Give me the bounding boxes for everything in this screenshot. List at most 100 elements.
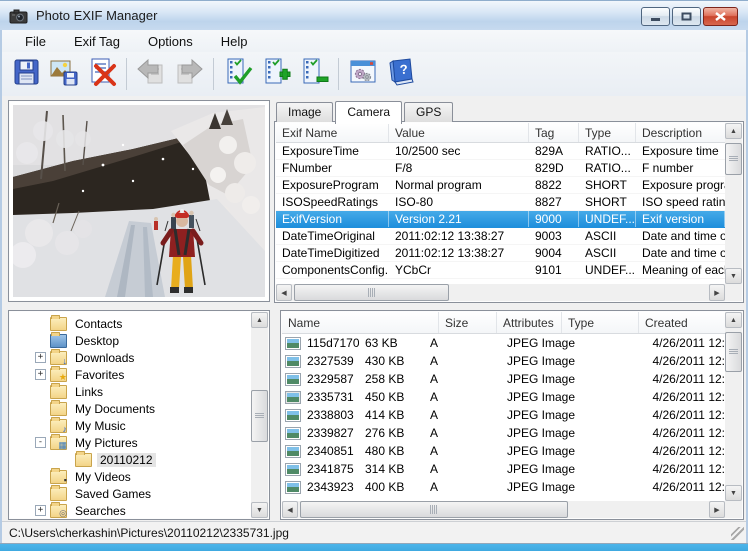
clear-list-button[interactable] (83, 55, 121, 93)
jpeg-thumbnail-icon (285, 409, 301, 422)
column-header[interactable]: Type (562, 312, 639, 333)
column-header[interactable]: Tag (529, 123, 579, 142)
exif-row[interactable]: ISOSpeedRatings ISO-80 8827 SHORT ISO sp… (276, 194, 725, 211)
expand-toggle[interactable]: + (35, 505, 46, 516)
column-header[interactable]: Value (389, 123, 529, 142)
column-header[interactable]: Name (282, 312, 439, 333)
scrollbar-thumb[interactable] (294, 284, 449, 301)
tree-item[interactable]: My Documents (11, 400, 250, 417)
scroll-down-icon[interactable]: ▼ (725, 268, 742, 284)
jpeg-thumbnail-icon (285, 463, 301, 476)
clear-list-icon (87, 57, 117, 92)
file-row[interactable]: 2343923 400 KB A JPEG Image 4/26/2011 12… (282, 478, 725, 496)
exif-vertical-scrollbar[interactable]: ▲ ▼ (725, 123, 742, 284)
scrollbar-thumb[interactable] (300, 501, 568, 518)
file-row[interactable]: 2340851 480 KB A JPEG Image 4/26/2011 12… (282, 442, 725, 460)
tree-vertical-scrollbar[interactable]: ▲ ▼ (251, 312, 268, 518)
scroll-right-icon[interactable]: ▶ (709, 501, 725, 518)
scrollbar-thumb[interactable] (251, 390, 268, 442)
tree-item[interactable]: + Downloads (11, 349, 250, 366)
tab[interactable]: Camera (335, 101, 402, 124)
scroll-up-icon[interactable]: ▲ (725, 312, 742, 328)
folder-tree-items: Contacts Desktop + Downloads + (11, 315, 250, 519)
title-bar[interactable]: Photo EXIF Manager (0, 0, 748, 30)
expand-toggle[interactable]: + (35, 352, 46, 363)
scrollbar-thumb[interactable] (725, 143, 742, 175)
jpeg-thumbnail-icon (285, 481, 301, 494)
tree-item[interactable]: My Music (11, 417, 250, 434)
tree-item[interactable]: Saved Games (11, 485, 250, 502)
scroll-up-icon[interactable]: ▲ (251, 312, 268, 328)
scroll-up-icon[interactable]: ▲ (725, 123, 742, 139)
tab[interactable]: Image (276, 102, 333, 122)
add-exif-tag-button[interactable] (257, 55, 295, 93)
tree-item[interactable]: + Favorites (11, 366, 250, 383)
verify-exif-tags-button[interactable] (219, 55, 257, 93)
column-header[interactable]: Type (579, 123, 636, 142)
tree-item-label: My Documents (72, 402, 158, 416)
column-header[interactable]: Size (439, 312, 497, 333)
toolbar-separator (213, 58, 214, 90)
exif-row[interactable]: FNumber F/8 829D RATIO... F number (276, 160, 725, 177)
file-row[interactable]: 2327539 430 KB A JPEG Image 4/26/2011 12… (282, 352, 725, 370)
scroll-left-icon[interactable]: ◀ (276, 284, 292, 301)
scrollbar-thumb[interactable] (725, 332, 742, 372)
options-button[interactable] (344, 55, 382, 93)
menu-item[interactable]: Options (138, 31, 203, 52)
file-row[interactable]: 2338803 414 KB A JPEG Image 4/26/2011 12… (282, 406, 725, 424)
minimize-button[interactable] (641, 7, 670, 26)
tree-item[interactable]: My Videos (11, 468, 250, 485)
scroll-down-icon[interactable]: ▼ (251, 502, 268, 518)
column-header[interactable]: Exif Name (276, 123, 389, 142)
file-row[interactable]: 2335731 450 KB A JPEG Image 4/26/2011 12… (282, 388, 725, 406)
tree-item[interactable]: + Searches (11, 502, 250, 519)
previous-image-button[interactable] (132, 55, 170, 93)
jpeg-thumbnail-icon (285, 355, 301, 368)
exif-row[interactable]: DateTimeDigitized 2011:02:12 13:38:27 90… (276, 245, 725, 262)
help-button[interactable]: ? (382, 55, 420, 93)
scroll-right-icon[interactable]: ▶ (709, 284, 725, 301)
status-bar: C:\Users\cherkashin\Pictures\20110212\23… (1, 521, 747, 543)
file-row[interactable]: 2341875 314 KB A JPEG Image 4/26/2011 12… (282, 460, 725, 478)
tree-item[interactable]: Contacts (11, 315, 250, 332)
exif-table: Exif NameValueTagTypeDescription Exposur… (274, 121, 744, 303)
tree-item-label: My Pictures (72, 436, 141, 450)
save-image-button[interactable] (45, 55, 83, 93)
floppy-save-icon (11, 57, 41, 92)
menu-item[interactable]: Exif Tag (64, 31, 130, 52)
folder-icon (50, 368, 67, 382)
tree-item[interactable]: 20110212 (11, 451, 250, 468)
exif-row[interactable]: ExifVersion Version 2.21 9000 UNDEF... E… (276, 211, 725, 228)
file-row[interactable]: 2329587 258 KB A JPEG Image 4/26/2011 12… (282, 370, 725, 388)
file-row[interactable]: 115d71700c64 63 KB A JPEG Image 4/26/201… (282, 334, 725, 352)
exif-row[interactable]: ComponentsConfig... YCbCr 9101 UNDEF... … (276, 262, 725, 279)
exif-row[interactable]: ExposureProgram Normal program 8822 SHOR… (276, 177, 725, 194)
menu-item[interactable]: File (15, 31, 56, 52)
exif-row[interactable]: DateTimeOriginal 2011:02:12 13:38:27 900… (276, 228, 725, 245)
camera-app-icon (9, 8, 29, 24)
expand-toggle[interactable]: + (35, 369, 46, 380)
tree-item[interactable]: Links (11, 383, 250, 400)
close-button[interactable] (703, 7, 738, 26)
file-row[interactable]: 2339827 276 KB A JPEG Image 4/26/2011 12… (282, 424, 725, 442)
remove-exif-tag-button[interactable] (295, 55, 333, 93)
menu-item[interactable]: Help (211, 31, 258, 52)
files-vertical-scrollbar[interactable]: ▲ ▼ (725, 312, 742, 501)
scroll-down-icon[interactable]: ▼ (725, 485, 742, 501)
column-header[interactable]: Attributes (497, 312, 562, 333)
exif-horizontal-scrollbar[interactable]: ◀ ▶ (276, 284, 725, 301)
folder-tree: Contacts Desktop + Downloads + (8, 310, 270, 520)
tab[interactable]: GPS (404, 102, 453, 122)
expand-toggle[interactable]: - (35, 437, 46, 448)
save-button[interactable] (7, 55, 45, 93)
files-horizontal-scrollbar[interactable]: ◀ ▶ (282, 501, 725, 518)
scroll-left-icon[interactable]: ◀ (282, 501, 298, 518)
exif-row[interactable]: ExposureTime 10/2500 sec 829A RATIO... E… (276, 143, 725, 160)
tree-item-label: Downloads (72, 351, 137, 365)
resize-grip[interactable] (731, 527, 744, 540)
next-image-button[interactable] (170, 55, 208, 93)
tree-item[interactable]: Desktop (11, 332, 250, 349)
tree-item[interactable]: - My Pictures (11, 434, 250, 451)
maximize-button[interactable] (672, 7, 701, 26)
tree-item-label: My Videos (72, 470, 134, 484)
